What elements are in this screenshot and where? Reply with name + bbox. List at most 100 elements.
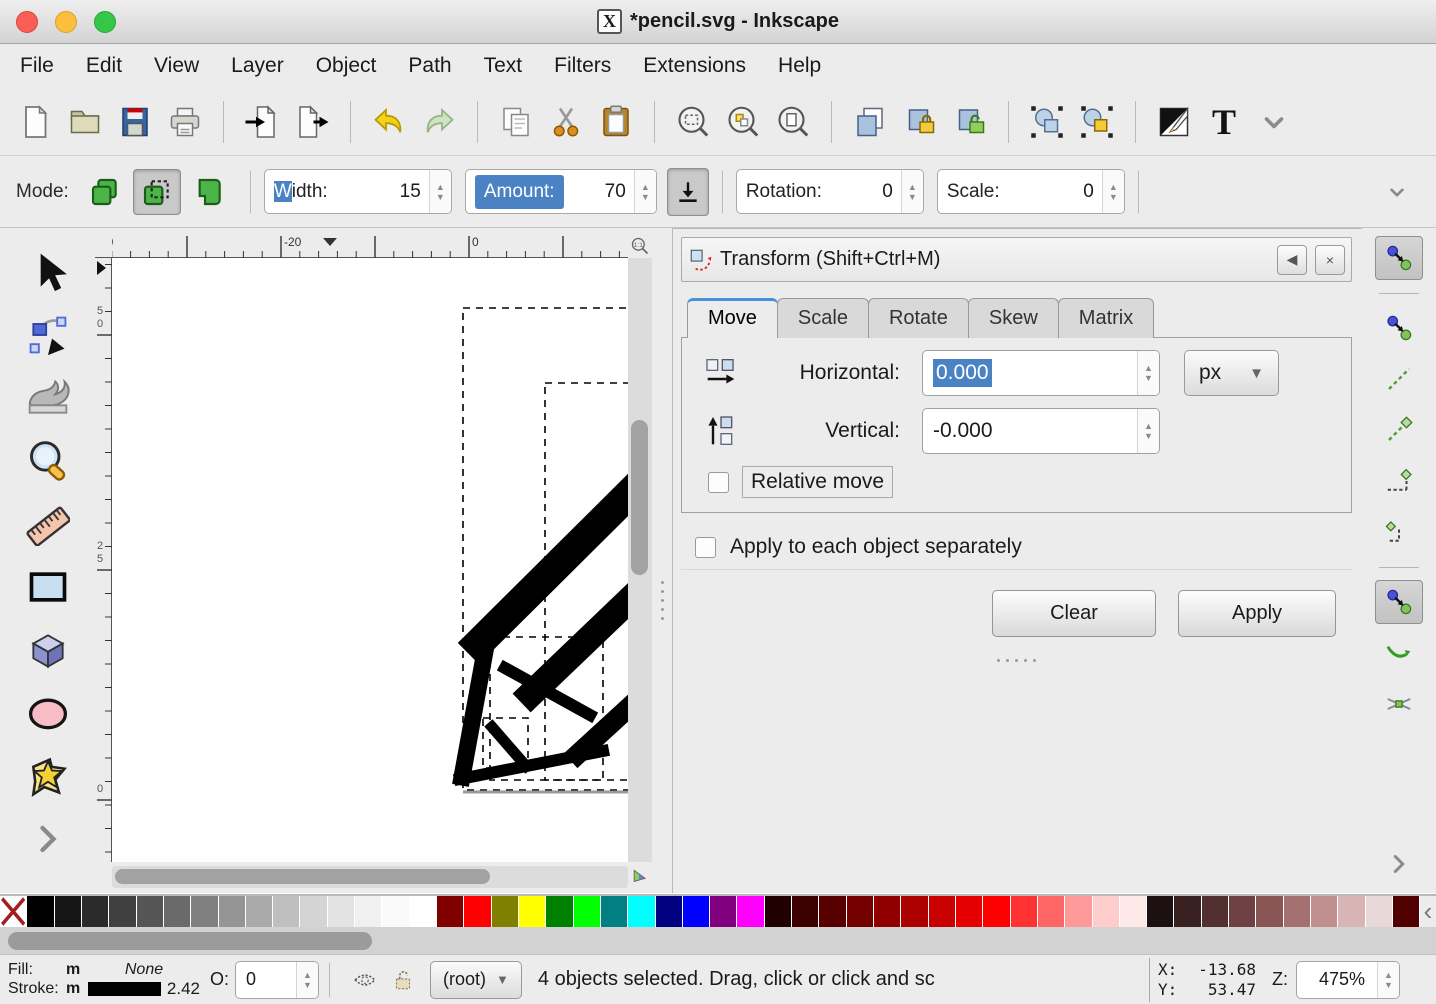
print-document-button[interactable]: [160, 96, 210, 148]
dialog-resize-grip[interactable]: [681, 659, 1352, 662]
palette-swatch[interactable]: [246, 896, 273, 927]
width-spin-arrows[interactable]: ▲▼: [429, 170, 451, 213]
palette-swatch[interactable]: [874, 896, 901, 927]
palette-swatch[interactable]: [765, 896, 792, 927]
duplicate-button[interactable]: [845, 96, 895, 148]
palette-swatch[interactable]: [601, 896, 628, 927]
star-tool-button[interactable]: [17, 744, 79, 807]
palette-swatch[interactable]: [1174, 896, 1201, 927]
zoom-drawing-button[interactable]: [718, 96, 768, 148]
vertical-input[interactable]: -0.000 ▲▼: [922, 408, 1160, 454]
dialog-header[interactable]: Transform (Shift+Ctrl+M) ◀ ×: [681, 237, 1352, 282]
zoom-window-button[interactable]: [94, 11, 116, 33]
palette-swatch[interactable]: [109, 896, 136, 927]
menu-extensions[interactable]: Extensions: [627, 44, 762, 88]
selector-tool-button[interactable]: [17, 240, 79, 303]
palette-swatch[interactable]: [1284, 896, 1311, 927]
menu-file[interactable]: File: [4, 44, 70, 88]
ungroup-button[interactable]: [1072, 96, 1122, 148]
palette-swatch[interactable]: [901, 896, 928, 927]
palette-scroll-chevron[interactable]: ‹: [1420, 896, 1436, 927]
vertical-spin-arrows[interactable]: ▲▼: [1137, 409, 1159, 453]
palette-swatch[interactable]: [328, 896, 355, 927]
snap-toggle-button[interactable]: [1375, 236, 1423, 280]
palette-swatch[interactable]: [1093, 896, 1120, 927]
paste-button[interactable]: [591, 96, 641, 148]
tab-matrix[interactable]: Matrix: [1058, 298, 1154, 338]
horizontal-scrollbar-thumb[interactable]: [115, 869, 490, 884]
close-window-button[interactable]: [16, 11, 38, 33]
opacity-spin-arrows[interactable]: ▲▼: [296, 962, 318, 998]
relative-move-checkbox[interactable]: [708, 472, 729, 493]
color-management-icon[interactable]: [628, 866, 652, 888]
overflow-chevron-button[interactable]: [1249, 96, 1299, 148]
save-document-button[interactable]: [110, 96, 160, 148]
palette-swatch[interactable]: [737, 896, 764, 927]
palette-swatch[interactable]: [191, 896, 218, 927]
menu-filters[interactable]: Filters: [538, 44, 627, 88]
palette-swatch[interactable]: [82, 896, 109, 927]
palette-swatch[interactable]: [1011, 896, 1038, 927]
palette-swatch[interactable]: [847, 896, 874, 927]
stroke-swatch[interactable]: [88, 982, 161, 996]
menu-text[interactable]: Text: [468, 44, 539, 88]
palette-swatch[interactable]: [1338, 896, 1365, 927]
layer-lock-icon[interactable]: [390, 967, 416, 993]
palette-swatch[interactable]: [219, 896, 246, 927]
copy-button[interactable]: [491, 96, 541, 148]
tab-scale[interactable]: Scale: [777, 298, 869, 338]
undock-dialog-button[interactable]: ◀: [1277, 245, 1307, 275]
palette-swatch[interactable]: [273, 896, 300, 927]
tab-rotate[interactable]: Rotate: [868, 298, 969, 338]
fill-value[interactable]: None: [88, 961, 200, 979]
new-document-button[interactable]: [10, 96, 60, 148]
horizontal-scrollbar[interactable]: [112, 866, 628, 888]
tab-move[interactable]: Move: [687, 298, 778, 338]
clear-button[interactable]: Clear: [992, 590, 1156, 637]
zoom-selection-button[interactable]: [668, 96, 718, 148]
palette-swatch[interactable]: [1366, 896, 1393, 927]
palette-swatch[interactable]: [164, 896, 191, 927]
palette-swatch[interactable]: [437, 896, 464, 927]
rectangle-tool-button[interactable]: [17, 555, 79, 618]
layer-selector[interactable]: (root)▼: [430, 961, 522, 999]
zoom-tool-button[interactable]: [17, 429, 79, 492]
opacity-spinbox[interactable]: 0 ▲▼: [235, 961, 319, 999]
snap-bounding-box-button[interactable]: [1375, 306, 1423, 350]
zoom-page-button[interactable]: [768, 96, 818, 148]
tweak-tool-button[interactable]: [17, 366, 79, 429]
palette-swatch[interactable]: [1256, 896, 1283, 927]
window-resize-grip[interactable]: [1406, 960, 1436, 1000]
palette-scrollbar[interactable]: [0, 927, 1436, 955]
palette-swatch[interactable]: [1393, 896, 1420, 927]
ruler-zoom-icon[interactable]: 1:1: [628, 233, 652, 258]
amount-spin-arrows[interactable]: ▲▼: [634, 170, 656, 213]
export-document-button[interactable]: [287, 96, 337, 148]
scale-spin-arrows[interactable]: ▲▼: [1102, 170, 1124, 213]
tab-skew[interactable]: Skew: [968, 298, 1059, 338]
menu-path[interactable]: Path: [392, 44, 467, 88]
ellipse-tool-button[interactable]: [17, 681, 79, 744]
drawing-canvas[interactable]: [112, 258, 628, 862]
import-document-button[interactable]: [237, 96, 287, 148]
apply-each-checkbox[interactable]: [695, 537, 716, 558]
horizontal-spin-arrows[interactable]: ▲▼: [1137, 351, 1159, 395]
snap-bbox-corners-button[interactable]: [1375, 408, 1423, 452]
more-tools-chevron-button[interactable]: [17, 807, 79, 870]
palette-swatch[interactable]: [1229, 896, 1256, 927]
zoom-spinbox[interactable]: 475% ▲▼: [1296, 961, 1400, 999]
cut-button[interactable]: [541, 96, 591, 148]
snap-nodes-button[interactable]: [1375, 580, 1423, 624]
snap-intersections-button[interactable]: [1375, 682, 1423, 726]
palette-swatch[interactable]: [1065, 896, 1092, 927]
unlink-clone-button[interactable]: [945, 96, 995, 148]
scale-spinbox[interactable]: Scale: 0 ▲▼: [937, 169, 1125, 214]
open-document-button[interactable]: [60, 96, 110, 148]
menu-layer[interactable]: Layer: [215, 44, 300, 88]
palette-swatch[interactable]: [1202, 896, 1229, 927]
node-tool-button[interactable]: [17, 303, 79, 366]
palette-swatch[interactable]: [1311, 896, 1338, 927]
create-clone-button[interactable]: [895, 96, 945, 148]
width-spinbox[interactable]: Width: 15 ▲▼: [264, 169, 452, 214]
more-snap-chevron-button[interactable]: [1375, 842, 1423, 886]
